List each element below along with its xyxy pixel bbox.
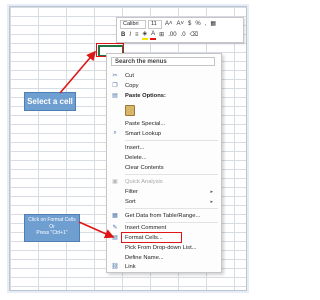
menu-item-label: Get Data from Table/Range... bbox=[125, 212, 201, 219]
callout-line: Press "Ctrl+1" bbox=[36, 230, 68, 236]
percent-button[interactable]: % bbox=[194, 20, 201, 28]
copy-icon: ❐ bbox=[112, 83, 118, 89]
format-cells-highlight bbox=[121, 232, 182, 243]
callout-line: Click on Format Cells bbox=[28, 217, 76, 223]
menu-item-label: Quick Analysis bbox=[125, 178, 163, 185]
menu-item-smart-lookup[interactable]: ⌕ Smart Lookup bbox=[109, 129, 217, 138]
currency-button[interactable]: $ bbox=[187, 20, 192, 28]
menu-item-paste-special[interactable]: Paste Special... bbox=[109, 119, 217, 128]
menu-item-label: Clear Contents bbox=[125, 164, 164, 171]
italic-button[interactable]: I bbox=[128, 31, 132, 39]
paste-option-icon[interactable] bbox=[125, 105, 135, 116]
menu-separator bbox=[125, 174, 218, 175]
paste-icon: ▤ bbox=[112, 93, 118, 99]
quick-analysis-icon: ▣ bbox=[112, 179, 118, 185]
menu-item-label: Sort bbox=[125, 198, 136, 205]
merge-icon[interactable]: ⌫ bbox=[189, 31, 199, 39]
screenshot-frame: Calibri 11 A˄ A˅ $ % , ▦ B I ≡ ◈ A ⊞ .00… bbox=[9, 6, 247, 291]
menu-item-label: Cut bbox=[125, 72, 135, 79]
align-center-icon[interactable]: ≡ bbox=[134, 31, 140, 39]
menu-item-copy[interactable]: ❐ Copy bbox=[109, 81, 217, 90]
menu-item-label: Paste Options: bbox=[125, 92, 166, 99]
menu-item-delete[interactable]: Delete... bbox=[109, 153, 217, 162]
menu-item-label: Delete... bbox=[125, 154, 147, 161]
menu-item-label: Define Name... bbox=[125, 254, 164, 261]
menu-item-label: Copy bbox=[125, 82, 139, 89]
format-painter-icon[interactable]: ▦ bbox=[209, 20, 217, 28]
menu-item-define-name[interactable]: Define Name... bbox=[109, 253, 217, 262]
menu-separator bbox=[125, 208, 218, 209]
increase-decimal-button[interactable]: .00 bbox=[167, 31, 177, 39]
fill-bucket-icon[interactable]: ◈ bbox=[141, 30, 149, 40]
comment-icon: ✎ bbox=[112, 225, 118, 231]
font-name-box[interactable]: Calibri bbox=[120, 19, 146, 29]
increase-font-button[interactable]: A˄ bbox=[164, 20, 174, 28]
menu-item-label: Filter bbox=[125, 188, 138, 195]
menu-item-filter[interactable]: Filter ▸ bbox=[109, 187, 217, 196]
format-cells-callout: Click on Format Cells Or Press "Ctrl+1" bbox=[24, 214, 80, 242]
scissors-icon: ✂ bbox=[112, 73, 118, 79]
table-icon: ▦ bbox=[112, 213, 118, 219]
menu-search-input[interactable]: Search the menus bbox=[111, 57, 215, 66]
menu-item-insert[interactable]: Insert... bbox=[109, 143, 217, 152]
mini-toolbar: Calibri 11 A˄ A˅ $ % , ▦ B I ≡ ◈ A ⊞ .00… bbox=[116, 17, 244, 43]
menu-item-label: Paste Special... bbox=[125, 120, 166, 127]
submenu-arrow-icon: ▸ bbox=[210, 198, 213, 205]
menu-item-cut[interactable]: ✂ Cut bbox=[109, 71, 217, 80]
menu-item-clear-contents[interactable]: Clear Contents bbox=[109, 163, 217, 172]
borders-icon[interactable]: ⊞ bbox=[158, 31, 165, 39]
comma-button[interactable]: , bbox=[204, 20, 208, 28]
decrease-font-button[interactable]: A˅ bbox=[176, 20, 186, 28]
menu-item-pick-from-list[interactable]: Pick From Drop-down List... bbox=[109, 243, 217, 252]
context-menu: Search the menus ✂ Cut ❐ Copy ▤ Paste Op… bbox=[106, 53, 222, 273]
menu-item-label: Insert... bbox=[125, 144, 145, 151]
bold-button[interactable]: B bbox=[120, 31, 126, 39]
menu-item-label: Link bbox=[125, 263, 136, 270]
menu-item-label: Pick From Drop-down List... bbox=[125, 244, 197, 251]
link-icon: ⛓ bbox=[111, 264, 119, 270]
submenu-arrow-icon: ▸ bbox=[210, 188, 213, 195]
select-cell-callout: Select a cell bbox=[24, 92, 76, 111]
menu-item-get-data[interactable]: ▦ Get Data from Table/Range... bbox=[109, 211, 217, 220]
menu-item-quick-analysis: ▣ Quick Analysis bbox=[109, 177, 217, 186]
format-cells-icon: ▤ bbox=[112, 235, 118, 241]
menu-item-label: Smart Lookup bbox=[125, 130, 162, 137]
decrease-decimal-button[interactable]: .0 bbox=[180, 31, 187, 39]
menu-item-insert-comment[interactable]: ✎ Insert Comment bbox=[109, 223, 217, 232]
font-size-box[interactable]: 11 bbox=[148, 19, 162, 29]
menu-item-label: Insert Comment bbox=[125, 224, 167, 231]
menu-item-sort[interactable]: Sort ▸ bbox=[109, 197, 217, 206]
font-color-icon[interactable]: A bbox=[150, 30, 157, 40]
menu-separator bbox=[125, 140, 218, 141]
menu-item-link[interactable]: ⛓ Link bbox=[109, 262, 217, 271]
menu-item-paste-options: ▤ Paste Options: bbox=[109, 91, 217, 100]
search-icon: ⌕ bbox=[113, 130, 117, 136]
